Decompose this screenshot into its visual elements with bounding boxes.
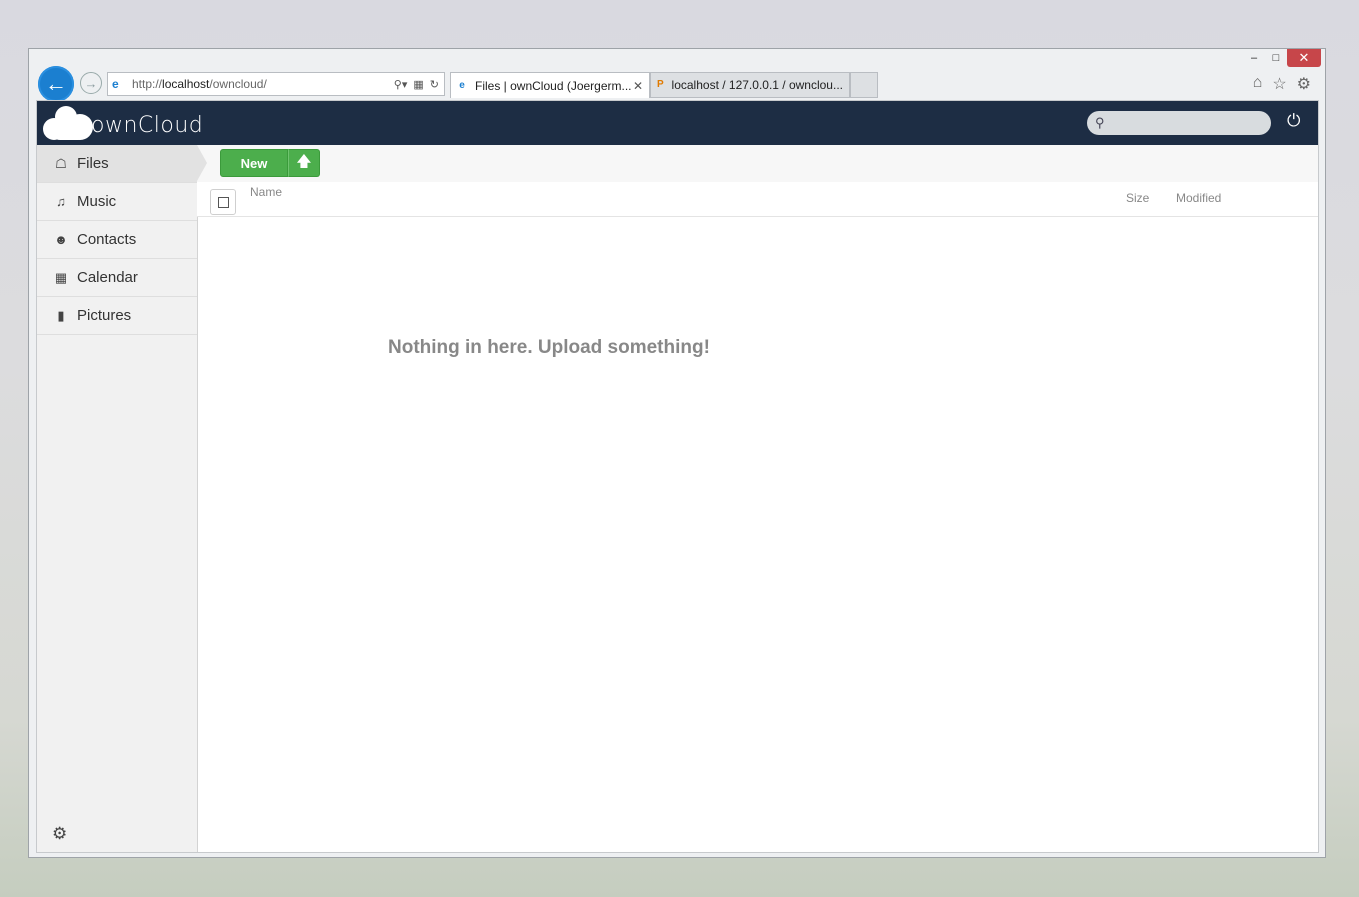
window-controls: – □ ✕: [1243, 49, 1321, 69]
address-url[interactable]: http://localhost/owncloud/: [132, 77, 394, 91]
upload-button[interactable]: 🡅: [288, 149, 320, 177]
close-tab-icon[interactable]: ✕: [633, 79, 643, 93]
forward-button[interactable]: →: [80, 72, 102, 94]
back-button[interactable]: ←: [38, 66, 74, 102]
column-modified[interactable]: Modified: [1176, 191, 1221, 205]
new-tab-button[interactable]: [850, 72, 878, 98]
home-icon: ☖: [55, 155, 67, 171]
music-icon: ♫: [56, 194, 66, 209]
tab-label: localhost / 127.0.0.1 / ownclou...: [671, 78, 843, 92]
search-icon: ⚲: [1095, 115, 1105, 130]
new-button[interactable]: New: [220, 149, 288, 177]
home-icon[interactable]: ⌂: [1253, 74, 1263, 94]
sidebar-item-music[interactable]: ♫ Music: [37, 183, 197, 221]
column-size[interactable]: Size: [1126, 191, 1149, 205]
maximize-button[interactable]: □: [1265, 49, 1287, 67]
refresh-icon[interactable]: ↻: [430, 78, 439, 91]
sidebar-item-label: Calendar: [77, 269, 138, 286]
files-controls-bar: New 🡅: [197, 145, 1318, 183]
sidebar-item-files[interactable]: ☖ Files: [37, 145, 197, 183]
cloud-logo-icon: [43, 104, 95, 140]
compatibility-icon[interactable]: ▦: [413, 78, 423, 91]
breadcrumb-arrow: [197, 145, 207, 181]
sidebar: ☖ Files ♫ Music ☻ Contacts ▦ Calendar ▮ …: [37, 145, 198, 852]
upload-icon: 🡅: [296, 152, 312, 170]
owncloud-logo[interactable]: ownCloud: [43, 104, 203, 140]
select-all-checkbox[interactable]: [210, 189, 236, 215]
search-box[interactable]: ⚲: [1087, 111, 1271, 135]
sidebar-item-label: Pictures: [77, 307, 132, 324]
tab-files-owncloud[interactable]: e Files | ownCloud (Joergerm... ✕: [450, 72, 650, 98]
sidebar-item-pictures[interactable]: ▮ Pictures: [37, 297, 197, 335]
files-table-header: Name Size Modified: [197, 182, 1318, 217]
browser-window: – □ ✕ ← → e http://localhost/owncloud/ ⚲…: [28, 48, 1326, 858]
pictures-icon: ▮: [57, 307, 65, 323]
logo-text: ownCloud: [91, 113, 204, 138]
ie-page-icon: e: [112, 77, 119, 91]
calendar-icon: ▦: [54, 269, 68, 285]
address-tools: ⚲▾ ▦ ↻: [394, 78, 444, 91]
search-dropdown-icon[interactable]: ⚲▾: [394, 78, 408, 91]
arrow-right-icon: →: [84, 75, 98, 91]
settings-gear-icon[interactable]: ⚙: [52, 824, 67, 844]
address-bar[interactable]: e http://localhost/owncloud/ ⚲▾ ▦ ↻: [107, 72, 445, 96]
sidebar-item-label: Music: [77, 193, 117, 210]
page-viewport: ownCloud ⚲ ⏻ ☖ Files ♫ Music ☻ Contacts: [36, 100, 1319, 853]
search-input[interactable]: [1110, 115, 1271, 131]
close-window-button[interactable]: ✕: [1287, 49, 1321, 67]
owncloud-header: ownCloud ⚲ ⏻: [37, 101, 1318, 145]
contacts-icon: ☻: [54, 232, 68, 247]
sidebar-item-label: Files: [77, 155, 109, 172]
sidebar-item-calendar[interactable]: ▦ Calendar: [37, 259, 197, 297]
gear-icon[interactable]: ⚙: [1297, 74, 1311, 94]
phpmyadmin-icon: P: [656, 79, 664, 90]
sidebar-item-label: Contacts: [77, 231, 137, 248]
empty-content-message: Nothing in here. Upload something!: [388, 337, 710, 358]
tab-label: Files | ownCloud (Joergerm...: [475, 78, 632, 93]
arrow-left-icon: ←: [45, 71, 67, 96]
logout-power-icon[interactable]: ⏻: [1287, 111, 1300, 131]
column-name[interactable]: Name: [250, 185, 282, 199]
favorites-star-icon[interactable]: ☆: [1272, 74, 1286, 94]
tab-phpmyadmin[interactable]: P localhost / 127.0.0.1 / ownclou...: [650, 72, 850, 98]
minimize-button[interactable]: –: [1243, 49, 1265, 67]
ie-tab-icon: e: [459, 79, 465, 91]
sidebar-item-contacts[interactable]: ☻ Contacts: [37, 221, 197, 259]
browser-toolbar-icons: ⌂ ☆ ⚙: [1253, 74, 1311, 94]
